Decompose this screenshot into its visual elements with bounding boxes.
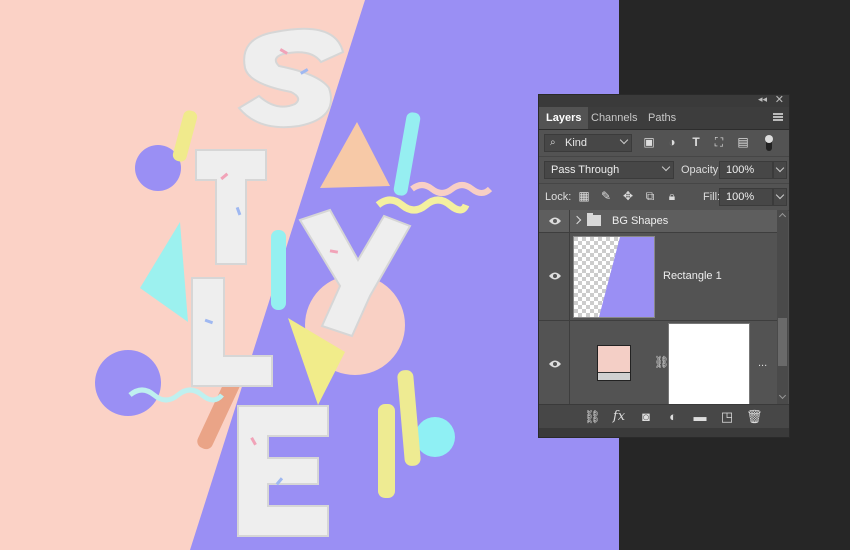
search-icon: ⌕: [550, 137, 556, 148]
lock-all-icon[interactable]: 🔒︎: [665, 189, 679, 203]
eye-icon[interactable]: [548, 359, 562, 369]
panel-resize-grip[interactable]: [539, 428, 789, 437]
filter-row: ⌕ Kind ▣ ◑ T ⛶ ▤: [539, 130, 789, 157]
visibility-column: [539, 321, 570, 404]
blend-row: Pass Through Opacity: 100%: [539, 157, 789, 184]
artwork-canvas: [0, 0, 619, 550]
link-chain-icon[interactable]: ⛓: [654, 355, 669, 369]
eye-icon[interactable]: [548, 216, 562, 226]
fill-label: Fill:: [703, 191, 721, 203]
eye-icon[interactable]: [548, 271, 562, 281]
type-filter-icon[interactable]: T: [689, 135, 703, 149]
lock-row: Lock: ▦ ✎ ✥ ⧉ 🔒︎ Fill: 100%: [539, 184, 789, 211]
chevron-down-icon: [775, 190, 785, 200]
layers-list: BG Shapes Rectangle 1 ⛓ ...: [539, 210, 777, 404]
layer-rectangle-1[interactable]: Rectangle 1: [539, 233, 777, 321]
delete-icon[interactable]: 🗑︎: [746, 409, 763, 425]
new-group-icon[interactable]: ▬: [692, 409, 708, 425]
link-layers-icon[interactable]: ⛓: [584, 409, 601, 425]
fx-icon[interactable]: fx: [611, 409, 627, 425]
opacity-value: 100%: [726, 164, 755, 176]
fill-value: 100%: [726, 191, 755, 203]
collapse-icon[interactable]: ◂◂: [758, 94, 767, 105]
chevron-down-icon: [775, 163, 785, 173]
panel-menu-icon[interactable]: [773, 113, 783, 121]
add-mask-icon[interactable]: ◙: [638, 409, 654, 425]
new-adjustment-icon[interactable]: ◐: [665, 409, 681, 425]
smart-object-filter-icon[interactable]: ▤: [736, 135, 750, 149]
adjustment-thumbnail-icon: [597, 345, 631, 381]
layer-name: BG Shapes: [612, 215, 669, 227]
shape-filter-icon[interactable]: ⛶: [712, 135, 726, 149]
adjustment-filter-icon[interactable]: ◑: [665, 135, 679, 149]
lock-transparent-icon[interactable]: ▦: [577, 189, 591, 203]
lock-image-icon[interactable]: ✎: [599, 189, 613, 203]
visibility-column: [539, 233, 570, 320]
lock-position-icon[interactable]: ✥: [621, 189, 635, 203]
kind-filter-label: Kind: [565, 137, 588, 149]
visibility-column: [539, 210, 570, 232]
panel-tabs: Layers Channels Paths: [539, 107, 789, 130]
layers-bottom-toolbar: ⛓ fx ◙ ◐ ▬ ◳ 🗑︎: [539, 404, 789, 429]
scroll-down-icon[interactable]: [778, 391, 787, 400]
folder-icon: [587, 213, 601, 226]
layers-scrollbar[interactable]: [777, 210, 788, 404]
lock-artboard-icon[interactable]: ⧉: [643, 189, 657, 203]
opacity-dropdown[interactable]: [773, 161, 787, 179]
artwork: [0, 0, 619, 550]
image-filter-icon[interactable]: ▣: [642, 135, 656, 149]
layers-panel: ◂◂ ✕ Layers Channels Paths ⌕ Kind ▣ ◑ T …: [538, 94, 790, 438]
fill-dropdown[interactable]: [773, 188, 787, 206]
new-layer-icon[interactable]: ◳: [719, 409, 735, 425]
scroll-up-icon[interactable]: [778, 212, 787, 221]
layer-thumbnail: [573, 236, 655, 318]
kind-filter-select[interactable]: ⌕ Kind: [544, 134, 632, 152]
layer-name: Rectangle 1: [663, 270, 722, 282]
fill-input[interactable]: 100%: [719, 188, 773, 206]
expand-caret-icon[interactable]: [572, 215, 582, 225]
layer-mask-thumbnail[interactable]: [668, 323, 750, 404]
more-text: ...: [758, 357, 768, 369]
chevron-down-icon: [661, 162, 671, 172]
tab-layers[interactable]: Layers: [539, 107, 589, 129]
layer-adjustment[interactable]: ⛓ ...: [539, 321, 777, 404]
filter-toggle[interactable]: [765, 135, 773, 151]
chevron-down-icon: [619, 135, 629, 145]
blend-mode-value: Pass Through: [551, 164, 620, 176]
opacity-label: Opacity:: [681, 164, 722, 176]
tab-channels[interactable]: Channels: [584, 107, 644, 129]
lock-label: Lock:: [545, 191, 572, 203]
panel-title-bar[interactable]: ◂◂ ✕: [539, 93, 789, 107]
tab-paths[interactable]: Paths: [641, 107, 683, 129]
blend-mode-select[interactable]: Pass Through: [544, 161, 674, 179]
opacity-input[interactable]: 100%: [719, 161, 773, 179]
scrollbar-thumb[interactable]: [778, 318, 787, 366]
close-icon[interactable]: ✕: [775, 93, 784, 106]
layer-bg-shapes[interactable]: BG Shapes: [539, 210, 777, 233]
